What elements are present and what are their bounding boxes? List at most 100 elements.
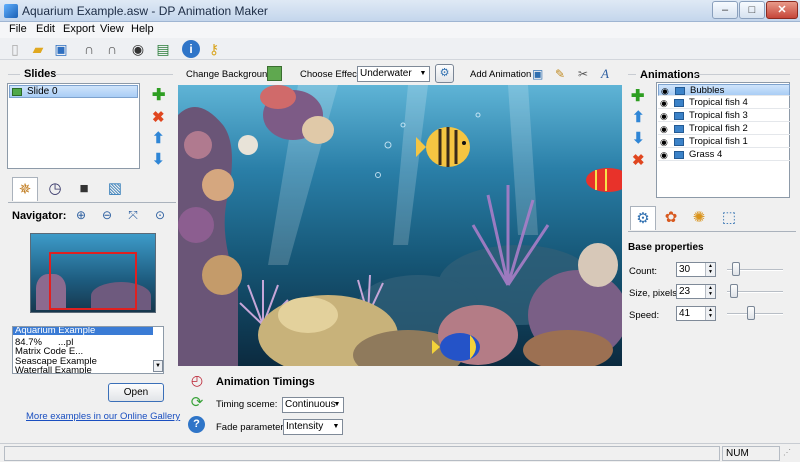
menu-export[interactable]: Export	[63, 23, 95, 35]
animation-item[interactable]: ◉ Grass 4	[658, 149, 790, 161]
move-slide-up-arrow-icon[interactable]: ⬆	[152, 129, 165, 147]
add-brush-animation-icon[interactable]: ✎	[555, 67, 565, 81]
speed-slider-track[interactable]	[727, 313, 783, 315]
save-icon[interactable]: ▣	[52, 40, 70, 58]
undo-icon[interactable]: ∩	[80, 40, 98, 58]
add-text-animation-icon[interactable]: A	[601, 66, 609, 82]
add-image-animation-icon[interactable]: ▣	[532, 67, 543, 81]
refresh-icon: ⟳	[190, 394, 204, 411]
new-icon[interactable]: ▯	[6, 40, 24, 58]
eye-icon[interactable]: ◉	[661, 85, 669, 97]
change-background-label[interactable]: Change Background	[186, 69, 273, 80]
navigator-wheel-icon[interactable]: ✵	[12, 177, 38, 201]
export-tab-icon[interactable]: ▧	[102, 177, 128, 201]
help-icon[interactable]: ?	[188, 416, 205, 433]
size-slider-thumb[interactable]	[729, 284, 738, 298]
example-item-selected[interactable]: Aquarium Example	[13, 327, 153, 335]
maximize-button[interactable]: □	[739, 1, 765, 19]
clock-tab-icon[interactable]: ◷	[42, 177, 68, 201]
palette-tab-icon[interactable]: ✿	[658, 206, 684, 230]
slides-rule-left	[8, 74, 20, 75]
menu-help[interactable]: Help	[131, 23, 154, 35]
add-slide-plus-icon[interactable]: ✚	[152, 85, 165, 105]
count-slider-thumb[interactable]	[731, 262, 740, 276]
slide-thumb-icon	[12, 88, 22, 96]
slide-item[interactable]: Slide 0	[9, 85, 138, 98]
eye-icon[interactable]: ◉	[660, 110, 668, 122]
spin-arrows-icon[interactable]: ▲ ▼	[705, 263, 715, 276]
close-button[interactable]: ✕	[766, 1, 798, 19]
slides-list: Slide 0	[7, 83, 140, 169]
background-image-icon[interactable]	[267, 66, 282, 81]
open-button[interactable]: Open	[108, 383, 164, 402]
count-label: Count:	[629, 266, 657, 277]
zoom-out-icon[interactable]: ⊖	[99, 207, 115, 223]
bounds-tab-icon[interactable]: ⬚	[716, 206, 742, 230]
eye-icon[interactable]: ◉	[660, 136, 668, 148]
timing-scheme-select[interactable]: Continuous ▼	[282, 397, 344, 413]
animation-item[interactable]: ◉ Tropical fish 3	[658, 110, 790, 122]
menu-view[interactable]: View	[100, 23, 124, 35]
animation-item[interactable]: ◉ Tropical fish 4	[658, 97, 790, 109]
menu-bar: File Edit Export View Help	[0, 22, 800, 38]
speed-spinner[interactable]: 41 ▲ ▼	[676, 306, 716, 321]
speed-value: 41	[679, 308, 691, 319]
animation-item[interactable]: ◉ Tropical fish 1	[658, 136, 790, 148]
move-animation-down-arrow-icon[interactable]: ⬇	[632, 129, 645, 147]
move-animation-up-arrow-icon[interactable]: ⬆	[632, 108, 645, 126]
actual-size-icon[interactable]: ⊙	[152, 207, 168, 223]
effect-settings-gear-icon[interactable]: ⚙	[435, 64, 454, 83]
zoom-in-icon[interactable]: ⊕	[73, 207, 89, 223]
menu-file[interactable]: File	[9, 23, 27, 35]
open-folder-icon[interactable]: ▰	[29, 40, 47, 58]
base-properties-gear-icon[interactable]: ⚙	[630, 206, 656, 230]
navigator-preview[interactable]	[30, 233, 156, 313]
menu-edit[interactable]: Edit	[36, 23, 55, 35]
delete-slide-x-icon[interactable]: ✖	[152, 108, 165, 126]
animation-item-selected[interactable]: ◉ Bubbles	[658, 84, 790, 96]
fit-icon[interactable]: ⤧	[125, 207, 141, 223]
animation-item[interactable]: ◉ Tropical fish 2	[658, 123, 790, 135]
speed-slider-thumb[interactable]	[746, 306, 755, 320]
count-value: 30	[679, 264, 691, 275]
minimize-button[interactable]: –	[712, 1, 738, 19]
redo-icon[interactable]: ∩	[103, 40, 121, 58]
status-message	[4, 446, 720, 461]
navigator-viewport-frame[interactable]	[49, 252, 137, 310]
size-spinner[interactable]: 23 ▲ ▼	[676, 284, 716, 299]
publish-icon[interactable]: ▤	[154, 40, 172, 58]
timing-scheme-value: Continuous	[285, 399, 336, 410]
animations-rule-right	[694, 74, 790, 75]
animation-type-icon	[674, 151, 684, 159]
aquarium-scene	[178, 85, 622, 366]
eye-icon[interactable]: ◉	[660, 97, 668, 109]
chevron-down-icon: ▼	[419, 70, 427, 77]
eye-icon[interactable]: ◉	[660, 123, 668, 135]
fade-parameter-select[interactable]: Intensity ▼	[283, 419, 343, 435]
chevron-down-icon: ▼	[333, 401, 341, 408]
spin-arrows-icon[interactable]: ▲ ▼	[705, 307, 715, 320]
key-icon[interactable]: ⚷	[205, 40, 223, 58]
title-bar: Aquarium Example.asw - DP Animation Make…	[0, 0, 800, 22]
camera-tab-icon[interactable]: ■	[71, 177, 97, 201]
online-gallery-link[interactable]: More examples in our Online Gallery	[26, 411, 180, 422]
spin-arrows-icon[interactable]: ▲ ▼	[705, 285, 715, 298]
effect-select[interactable]: Underwater ▼	[357, 66, 430, 82]
eye-icon[interactable]: ◉	[660, 149, 668, 161]
list-scroll-down-icon[interactable]: ▼	[153, 360, 163, 372]
info-icon[interactable]: i	[182, 40, 200, 58]
tropical-fish-butterfly	[416, 127, 470, 167]
preview-eye-icon[interactable]: ◉	[129, 40, 147, 58]
animation-canvas[interactable]	[178, 85, 622, 366]
move-slide-down-arrow-icon[interactable]: ⬇	[152, 150, 165, 168]
motion-tab-icon[interactable]: ✺	[686, 206, 712, 230]
animation-type-icon	[674, 99, 684, 107]
count-spinner[interactable]: 30 ▲ ▼	[676, 262, 716, 277]
resize-grip-icon[interactable]: ⋰	[783, 448, 795, 460]
delete-animation-x-icon[interactable]: ✖	[632, 151, 645, 169]
example-item[interactable]: Waterfall Example	[15, 365, 92, 373]
slides-rule-right	[55, 74, 173, 75]
animation-label: Tropical fish 4	[689, 97, 748, 108]
add-effect-animation-icon[interactable]: ✂	[578, 67, 588, 81]
add-animation-plus-icon[interactable]: ✚	[631, 86, 644, 106]
